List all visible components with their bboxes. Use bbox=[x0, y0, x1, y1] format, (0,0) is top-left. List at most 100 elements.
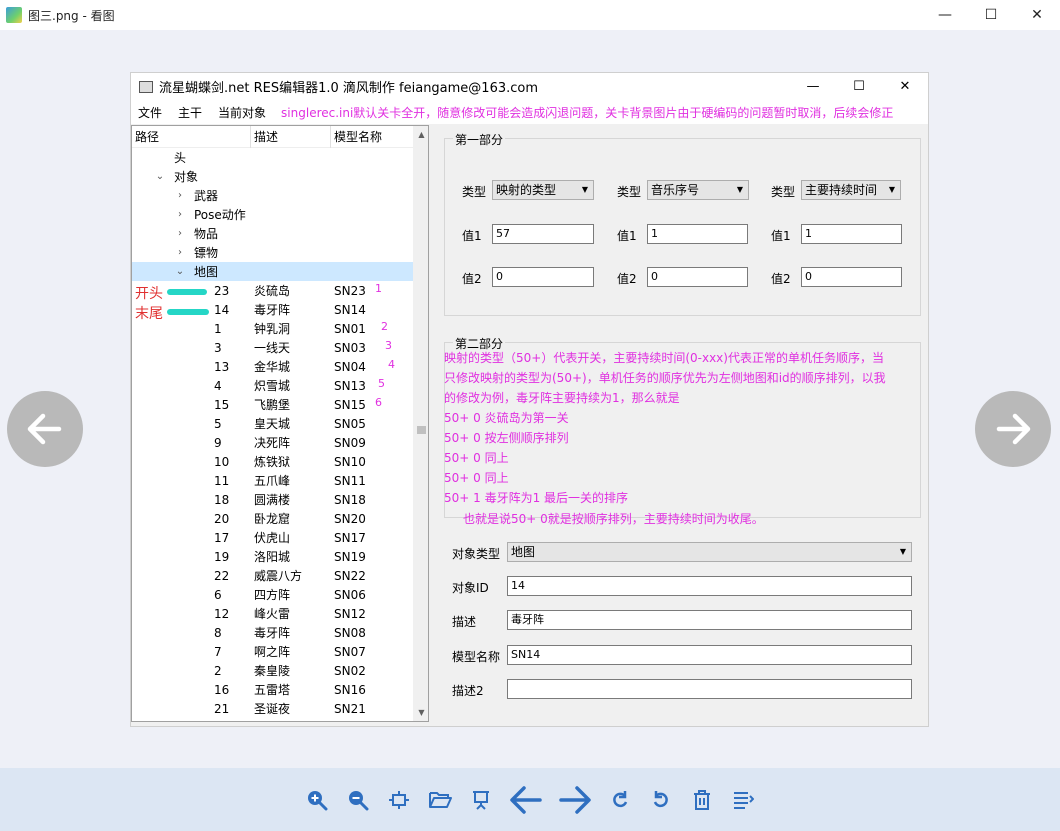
rotate-clockwise-button[interactable] bbox=[602, 782, 638, 818]
map-id: 14 bbox=[214, 302, 230, 317]
map-row[interactable]: 18 圆满楼 SN18 bbox=[132, 490, 428, 509]
tree-node-map[interactable]: ⌄ 地图 bbox=[132, 262, 428, 281]
chevron-down-icon[interactable]: ⌄ bbox=[154, 171, 166, 182]
map-model-name: SN02 bbox=[334, 663, 366, 678]
map-row[interactable]: 13 金华城 SN04 4 bbox=[132, 357, 428, 376]
map-row[interactable]: 12 峰火雷 SN12 bbox=[132, 604, 428, 623]
map-description: 炼铁狱 bbox=[254, 455, 291, 469]
map-row[interactable]: 21 圣诞夜 SN21 bbox=[132, 699, 428, 718]
viewer-title: 图三.png - 看图 bbox=[28, 8, 115, 23]
description2-input[interactable] bbox=[507, 679, 912, 699]
map-row[interactable]: 2 秦皇陵 SN02 bbox=[132, 661, 428, 680]
map-description: 炽雪城 bbox=[254, 379, 291, 393]
viewer-titlebar: 图三.png - 看图 — ☐ ✕ bbox=[0, 0, 1060, 30]
tree-node-dart[interactable]: › 镖物 bbox=[132, 243, 428, 262]
tree-scrollbar[interactable]: ▲ ▼ bbox=[413, 126, 428, 721]
order-annotation: 2 bbox=[381, 320, 388, 333]
app-window-controls: — ☐ ✕ bbox=[790, 73, 928, 100]
tree-node-items[interactable]: › 物品 bbox=[132, 224, 428, 243]
image-viewer-icon bbox=[6, 7, 22, 23]
map-id: 15 bbox=[214, 397, 230, 412]
minimize-button[interactable]: — bbox=[922, 0, 968, 30]
menu-main[interactable]: 主干 bbox=[178, 104, 202, 121]
res-editor-title: 流星蝴蝶剑.net RES编辑器1.0 滴风制作 feiangame@163.c… bbox=[159, 81, 539, 96]
zoom-out-button[interactable] bbox=[340, 782, 376, 818]
description-input[interactable]: 毒牙阵 bbox=[507, 610, 912, 630]
header-description[interactable]: 描述 bbox=[251, 126, 331, 148]
value1-input-3[interactable]: 1 bbox=[801, 224, 902, 244]
type-select-2[interactable]: 音乐序号 ▼ bbox=[647, 180, 749, 200]
value1-input-2[interactable]: 1 bbox=[647, 224, 748, 244]
type-label-3: 类型 bbox=[771, 185, 796, 199]
annotation-end: 末尾 bbox=[135, 306, 163, 322]
value2-input-2[interactable]: 0 bbox=[647, 267, 748, 287]
map-description: 金华城 bbox=[254, 360, 291, 374]
menu-current-object[interactable]: 当前对象 bbox=[218, 104, 266, 121]
part2-line-8: 50+ 1 毒牙阵为1 最后一关的排序 bbox=[444, 491, 629, 505]
type-select-1[interactable]: 映射的类型 ▼ bbox=[492, 180, 594, 200]
app-maximize-button[interactable]: ☐ bbox=[836, 73, 882, 100]
value2-input-3[interactable]: 0 bbox=[801, 267, 902, 287]
delete-button[interactable] bbox=[684, 782, 720, 818]
tree-node-weapon[interactable]: › 武器 bbox=[132, 186, 428, 205]
value2-input-1[interactable]: 0 bbox=[492, 267, 594, 287]
tree-node-head[interactable]: 头 bbox=[132, 148, 428, 167]
value1-input-1[interactable]: 57 bbox=[492, 224, 594, 244]
map-row[interactable]: 10 炼铁狱 SN10 bbox=[132, 452, 428, 471]
map-row[interactable]: 7 啊之阵 SN07 bbox=[132, 642, 428, 661]
close-button[interactable]: ✕ bbox=[1014, 0, 1060, 30]
zoom-in-button[interactable] bbox=[299, 782, 335, 818]
maximize-button[interactable]: ☐ bbox=[968, 0, 1014, 30]
map-row[interactable]: 4 炽雪城 SN13 5 bbox=[132, 376, 428, 395]
map-row[interactable]: 17 伏虎山 SN17 bbox=[132, 528, 428, 547]
map-row[interactable]: 6 四方阵 SN06 bbox=[132, 585, 428, 604]
previous-image-button[interactable] bbox=[7, 391, 83, 467]
map-description: 炎硫岛 bbox=[254, 284, 291, 298]
map-row[interactable]: 20 卧龙窟 SN20 bbox=[132, 509, 428, 528]
header-model-name[interactable]: 模型名称 bbox=[331, 126, 411, 148]
menu-file[interactable]: 文件 bbox=[138, 104, 162, 121]
open-folder-button[interactable] bbox=[422, 782, 458, 818]
model-name-input[interactable]: SN14 bbox=[507, 645, 912, 665]
object-type-select[interactable]: 地图 ▼ bbox=[507, 542, 912, 562]
object-type-label: 对象类型 bbox=[452, 547, 501, 561]
type-select-3[interactable]: 主要持续时间 ▼ bbox=[801, 180, 901, 200]
app-minimize-button[interactable]: — bbox=[790, 73, 836, 100]
slideshow-button[interactable] bbox=[463, 782, 499, 818]
map-row[interactable]: 15 飞鹏堡 SN15 6 bbox=[132, 395, 428, 414]
chevron-down-icon[interactable]: ⌄ bbox=[174, 266, 186, 277]
map-row[interactable]: 16 五雷塔 SN16 bbox=[132, 680, 428, 699]
next-button[interactable] bbox=[553, 782, 597, 818]
chevron-right-icon[interactable]: › bbox=[174, 190, 186, 201]
previous-button[interactable] bbox=[504, 782, 548, 818]
map-description: 毒牙阵 bbox=[254, 626, 291, 640]
chevron-right-icon[interactable]: › bbox=[174, 228, 186, 239]
scroll-thumb[interactable] bbox=[417, 426, 426, 434]
app-close-button[interactable]: ✕ bbox=[882, 73, 928, 100]
map-row[interactable]: 9 决死阵 SN09 bbox=[132, 433, 428, 452]
tree-node-object[interactable]: ⌄ 对象 bbox=[132, 167, 428, 186]
dropdown-arrow-icon: ▼ bbox=[899, 547, 906, 556]
scroll-down-icon[interactable]: ▼ bbox=[413, 704, 428, 721]
viewer-window-controls: — ☐ ✕ bbox=[922, 0, 1060, 30]
object-tree[interactable]: 路径 描述 模型名称 头 ⌄ 对象 › 武器 › Pose动作 › 物品 › 镖物 ⌄ 地图… bbox=[131, 125, 429, 722]
next-image-button[interactable] bbox=[975, 391, 1051, 467]
fit-window-button[interactable] bbox=[381, 782, 417, 818]
header-path[interactable]: 路径 bbox=[132, 126, 251, 148]
object-id-input[interactable]: 14 bbox=[507, 576, 912, 596]
scroll-up-icon[interactable]: ▲ bbox=[413, 126, 428, 143]
map-row[interactable]: 19 洛阳城 SN19 bbox=[132, 547, 428, 566]
more-button[interactable] bbox=[725, 782, 761, 818]
chevron-right-icon[interactable]: › bbox=[174, 247, 186, 258]
map-row[interactable]: 22 威震八方 SN22 bbox=[132, 566, 428, 585]
rotate-counterclockwise-button[interactable] bbox=[643, 782, 679, 818]
map-row[interactable]: 5 皇天城 SN05 bbox=[132, 414, 428, 433]
chevron-right-icon[interactable]: › bbox=[174, 209, 186, 220]
tree-node-pose[interactable]: › Pose动作 bbox=[132, 205, 428, 224]
map-row[interactable]: 8 毒牙阵 SN08 bbox=[132, 623, 428, 642]
object-id-label: 对象ID bbox=[452, 581, 489, 595]
value2-label-1: 值2 bbox=[462, 272, 482, 286]
map-row[interactable]: 3 一线天 SN03 3 bbox=[132, 338, 428, 357]
map-row[interactable]: 1 钟乳洞 SN01 2 bbox=[132, 319, 428, 338]
map-row[interactable]: 11 五爪峰 SN11 bbox=[132, 471, 428, 490]
